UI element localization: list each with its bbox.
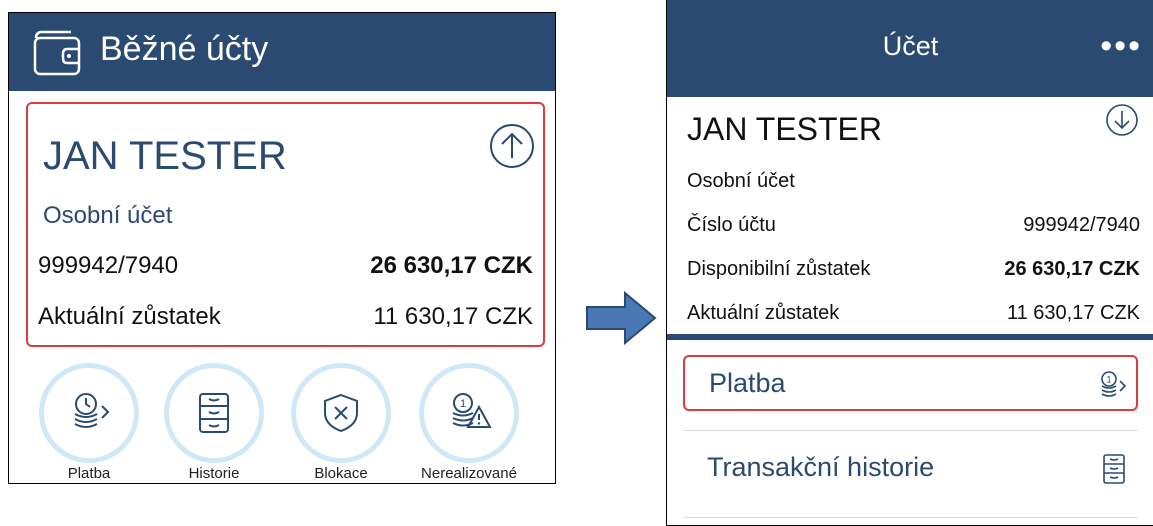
- page-title: Běžné účty: [100, 30, 269, 68]
- svg-text:1: 1: [460, 398, 466, 410]
- account-card[interactable]: JAN TESTER Osobní účet 999942/7940 26 63…: [26, 102, 545, 347]
- quick-action-label: Nerealizované: [421, 465, 517, 482]
- available-balance: 26 630,17 CZK: [370, 252, 533, 279]
- quick-action-history[interactable]: Historie: [154, 363, 274, 482]
- account-holder-name: JAN TESTER: [687, 111, 882, 147]
- current-balance-label: Aktuální zůstatek: [38, 303, 221, 330]
- expand-down-icon[interactable]: [1105, 103, 1139, 137]
- wallet-icon: [33, 30, 81, 76]
- menu-item-payment[interactable]: Platba 1: [683, 355, 1138, 411]
- current-balance: 11 630,17 CZK: [1006, 302, 1140, 324]
- available-balance: 26 630,17 CZK: [1004, 258, 1140, 280]
- more-menu-icon[interactable]: •••: [1100, 29, 1142, 63]
- quick-action-label: Blokace: [314, 465, 368, 482]
- account-number-row: Číslo účtu 999942/7940: [687, 214, 1140, 237]
- section-divider: [667, 334, 1153, 340]
- right-arrow-icon: [586, 290, 657, 346]
- quick-action-label: Historie: [188, 465, 240, 482]
- menu-item-label: Transakční historie: [707, 452, 935, 482]
- history-action-circle[interactable]: [164, 363, 264, 463]
- menu-separator: [683, 517, 1138, 518]
- account-type: Osobní účet: [687, 170, 795, 192]
- available-balance-label: Disponibilní zůstatek: [687, 258, 871, 280]
- collapse-up-icon[interactable]: [489, 123, 535, 169]
- quick-action-label: Platba: [67, 465, 111, 482]
- unrealized-action-circle[interactable]: 1: [419, 363, 519, 463]
- quick-action-block[interactable]: Blokace: [281, 363, 401, 482]
- account-type-row: Osobní účet: [687, 170, 1140, 193]
- svg-text:1: 1: [1106, 375, 1111, 385]
- available-balance-row: Disponibilní zůstatek 26 630,17 CZK: [687, 258, 1140, 281]
- account-number: 999942/7940: [38, 252, 179, 279]
- quick-action-unrealized[interactable]: 1 Nerealizované: [409, 363, 529, 482]
- file-cabinet-icon: [1103, 454, 1125, 484]
- account-holder-name: JAN TESTER: [43, 134, 287, 178]
- shield-x-icon: [324, 393, 358, 433]
- coins-payment-icon: 1: [1101, 371, 1127, 397]
- current-balance: 11 630,17 CZK: [373, 303, 533, 330]
- account-header: Účet •••: [667, 0, 1153, 97]
- accounts-overview-screen: Běžné účty JAN TESTER Osobní účet 999942…: [8, 12, 556, 484]
- quick-action-payment[interactable]: Platba: [29, 363, 149, 482]
- current-balance-label: Aktuální zůstatek: [687, 302, 840, 324]
- account-type: Osobní účet: [43, 202, 173, 229]
- account-number-label: Číslo účtu: [687, 214, 776, 236]
- current-balance-row: Aktuální zůstatek 11 630,17 CZK: [687, 302, 1140, 325]
- menu-separator: [683, 430, 1138, 431]
- account-detail-screen: Účet ••• JAN TESTER Osobní účet Číslo úč…: [666, 0, 1153, 526]
- block-action-circle[interactable]: [291, 363, 391, 463]
- accounts-header: Běžné účty: [9, 13, 555, 91]
- account-number: 999942/7940: [1023, 214, 1140, 236]
- coins-payment-icon: [74, 393, 110, 428]
- coins-warning-icon: 1: [452, 393, 492, 428]
- page-title: Účet: [882, 31, 939, 61]
- menu-item-transaction-history[interactable]: Transakční historie: [683, 441, 1138, 497]
- payment-action-circle[interactable]: [39, 363, 139, 463]
- file-cabinet-icon: [199, 393, 229, 433]
- menu-item-label: Platba: [709, 368, 786, 398]
